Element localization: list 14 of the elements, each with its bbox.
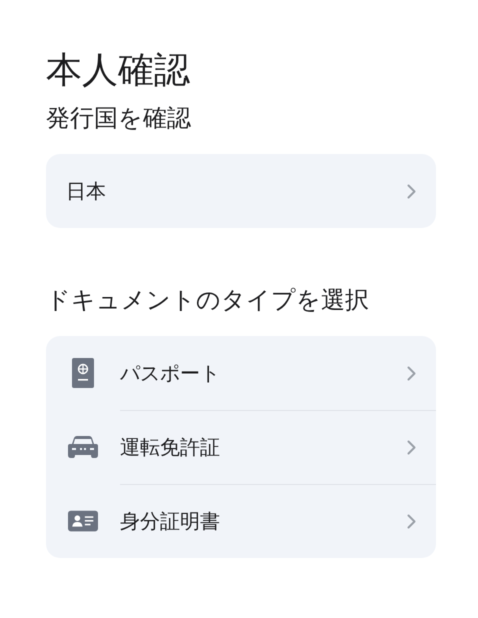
chevron-icon: [407, 184, 416, 198]
chevron-icon: [407, 366, 416, 380]
section-heading: 発行国を確認: [46, 103, 192, 134]
passport-icon: [72, 358, 94, 388]
chevron-icon: [407, 514, 416, 529]
chevron-icon: [407, 440, 416, 455]
document-type-item[interactable]: パスポート: [46, 336, 436, 410]
car-icon: [68, 436, 98, 458]
document-type-item[interactable]: 運転免許証: [46, 410, 436, 484]
document-type-item[interactable]: 身分証明書: [46, 484, 436, 558]
section-heading: ドキュメントのタイプを選択: [46, 285, 370, 316]
country-selector[interactable]: 日本: [46, 154, 436, 228]
page-title: 本人確認: [46, 49, 191, 93]
id-card-icon: [68, 510, 98, 532]
